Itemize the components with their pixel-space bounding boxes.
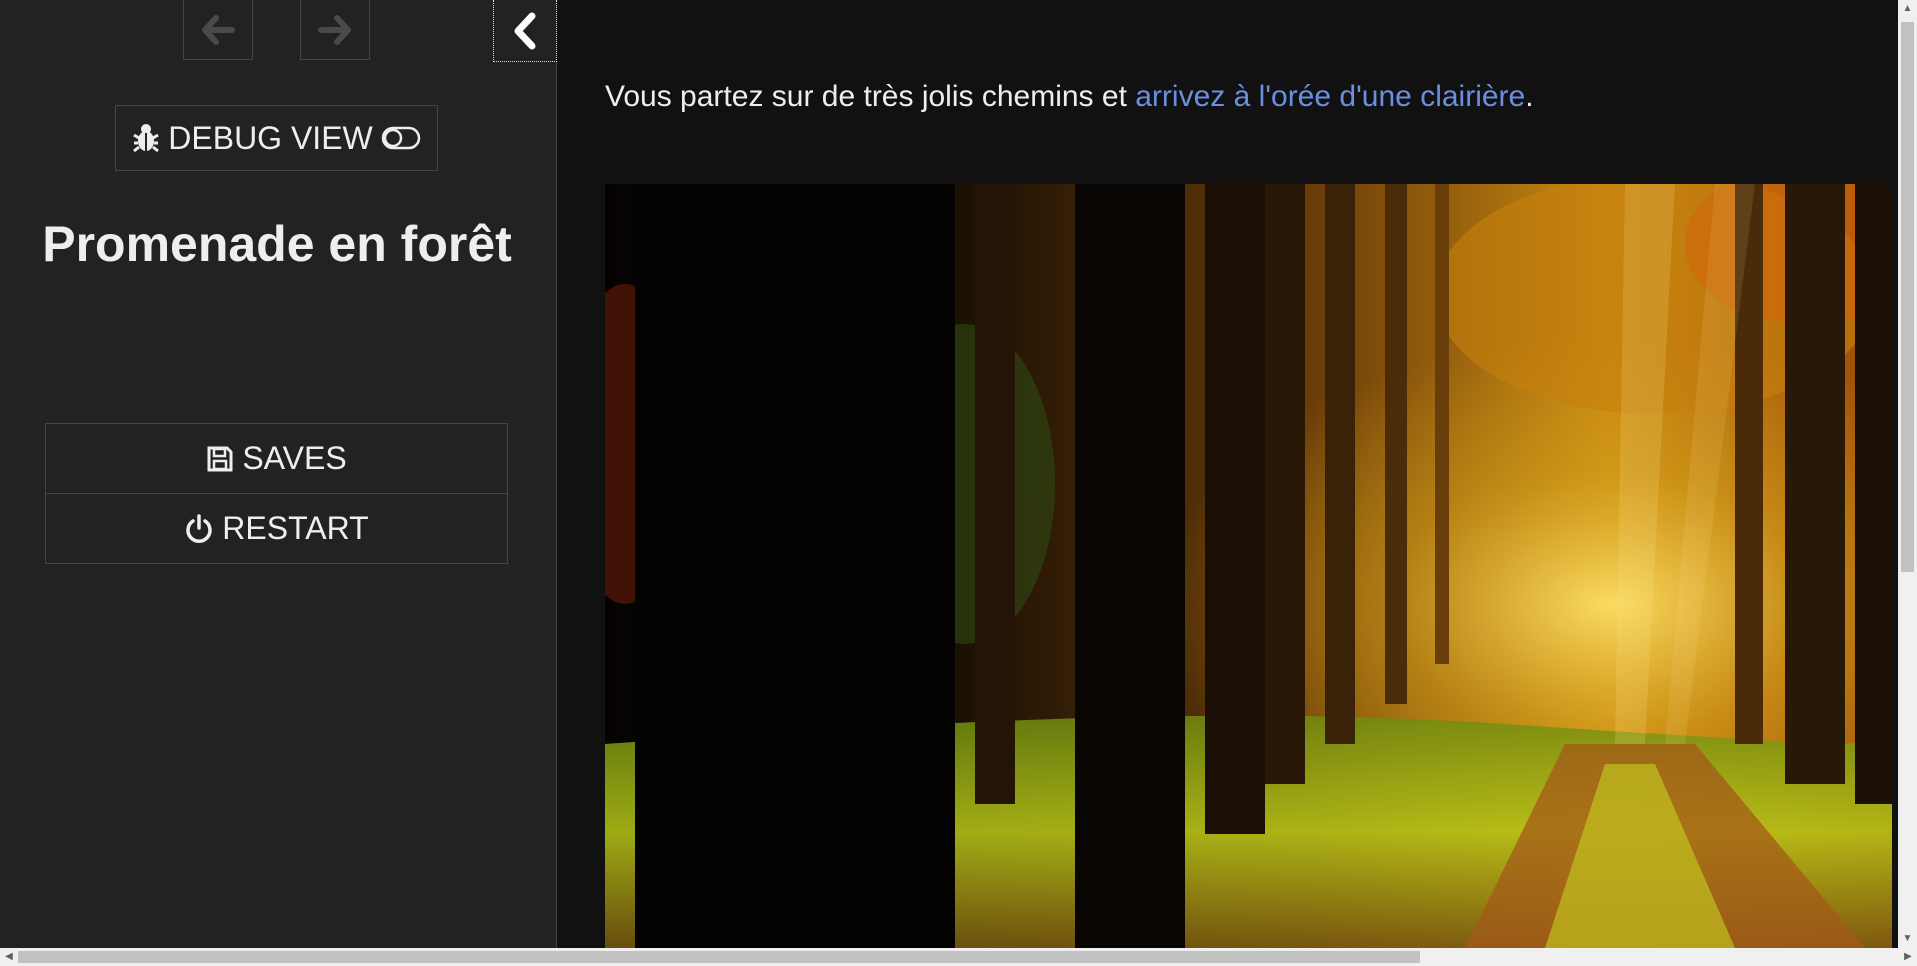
chevron-left-icon (514, 12, 536, 49)
saves-label: SAVES (242, 440, 347, 476)
forest-image (605, 184, 1892, 948)
story-title: Promenade en forêt (42, 216, 512, 272)
passage-link[interactable]: arrivez à l'orée d'une clairière (1135, 80, 1525, 113)
scroll-left-icon[interactable]: ◀ (0, 948, 18, 966)
vertical-scroll-thumb[interactable] (1901, 22, 1914, 572)
power-icon (186, 513, 213, 543)
floppy-disk-icon (207, 446, 233, 471)
bug-icon (133, 124, 160, 153)
arrow-right-icon (318, 14, 351, 45)
sidebar-toggle-button[interactable] (493, 0, 557, 62)
scroll-up-icon[interactable]: ▲ (1898, 0, 1917, 18)
horizontal-scroll-thumb[interactable] (18, 951, 1420, 963)
scroll-down-icon[interactable]: ▼ (1898, 930, 1917, 948)
horizontal-scrollbar[interactable]: ◀ ▶ (0, 948, 1917, 966)
scroll-right-icon[interactable]: ▶ (1899, 948, 1917, 966)
vertical-scrollbar[interactable]: ▲ ▼ (1898, 0, 1917, 948)
debug-view-button[interactable]: DEBUG VIEW (115, 105, 438, 171)
passage-text: Vous partez sur de très jolis chemins et… (605, 80, 1534, 114)
passage-text-after: . (1525, 80, 1534, 113)
toggle-off-icon[interactable] (381, 126, 421, 150)
arrow-left-icon (202, 14, 235, 45)
restart-button[interactable]: RESTART (45, 493, 508, 564)
restart-label: RESTART (222, 510, 369, 546)
history-forward-button[interactable] (300, 0, 370, 60)
sidebar: DEBUG VIEW Promenade en forêt SAVES REST… (0, 0, 557, 948)
debug-view-label: DEBUG VIEW (168, 119, 373, 156)
saves-button[interactable]: SAVES (45, 423, 508, 494)
passage-text-before: Vous partez sur de très jolis chemins et (605, 80, 1136, 113)
history-back-button[interactable] (183, 0, 253, 60)
